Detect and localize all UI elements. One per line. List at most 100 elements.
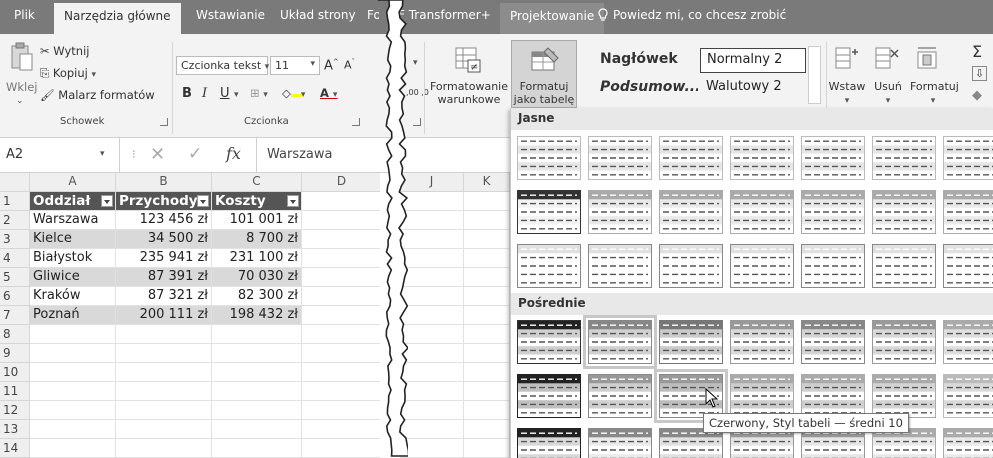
- table-cell[interactable]: Kraków: [30, 287, 116, 306]
- table-style-swatch[interactable]: [659, 244, 723, 288]
- select-all-corner[interactable]: [0, 173, 30, 192]
- grid-cell[interactable]: [464, 439, 510, 458]
- row-header-7[interactable]: 7: [0, 306, 30, 325]
- table-style-swatch[interactable]: [801, 190, 865, 234]
- table-cell[interactable]: [116, 363, 212, 382]
- font-launcher-icon[interactable]: [352, 118, 360, 126]
- table-cell[interactable]: 8 700 zł: [212, 230, 302, 249]
- table-cell[interactable]: [30, 439, 116, 458]
- decrease-decimal-button[interactable]: ,00 ,0: [406, 88, 429, 97]
- shrink-font-button[interactable]: Aˇ: [344, 58, 355, 72]
- table-cell[interactable]: [302, 192, 380, 211]
- table-style-swatch[interactable]: [872, 244, 936, 288]
- table-cell[interactable]: [30, 363, 116, 382]
- grid-cell[interactable]: [400, 382, 464, 401]
- clipboard-launcher-icon[interactable]: [160, 118, 168, 126]
- table-cell[interactable]: Gliwice: [30, 268, 116, 287]
- table-style-swatch[interactable]: [872, 320, 936, 364]
- insert-button[interactable]: Wstaw ▾: [828, 80, 866, 108]
- row-header-6[interactable]: 6: [0, 287, 30, 306]
- row-header-3[interactable]: 3: [0, 230, 30, 249]
- table-style-swatch[interactable]: [943, 320, 993, 364]
- row-header-10[interactable]: 10: [0, 363, 30, 382]
- table-cell[interactable]: 235 941 zł: [116, 249, 212, 268]
- grid-cell[interactable]: [400, 268, 464, 287]
- row-header-14[interactable]: 14: [0, 439, 30, 458]
- table-cell[interactable]: [302, 420, 380, 439]
- tab-design[interactable]: Projektowanie: [500, 3, 605, 34]
- table-cell[interactable]: [212, 363, 302, 382]
- row-header-12[interactable]: 12: [0, 401, 30, 420]
- table-cell[interactable]: 70 030 zł: [212, 268, 302, 287]
- grid-cell[interactable]: [400, 344, 464, 363]
- grid-cell[interactable]: [400, 249, 464, 268]
- table-style-swatch[interactable]: [517, 244, 581, 288]
- table-cell[interactable]: Białystok: [30, 249, 116, 268]
- table-style-swatch[interactable]: [872, 136, 936, 180]
- table-style-swatch[interactable]: [730, 320, 794, 364]
- format-painter-button[interactable]: 🖌 Malarz formatów: [40, 88, 155, 102]
- style-normal-2[interactable]: Normalny 2: [700, 48, 806, 73]
- table-cell[interactable]: Przychody: [116, 192, 212, 211]
- table-style-swatch[interactable]: [730, 190, 794, 234]
- bold-button[interactable]: B: [182, 86, 192, 101]
- style-heading[interactable]: Nagłówek: [594, 48, 698, 73]
- tab-page-layout[interactable]: Układ strony: [280, 8, 356, 22]
- tab-file[interactable]: Plik: [14, 8, 35, 22]
- table-style-swatch[interactable]: [588, 190, 652, 234]
- styles-scrollbar[interactable]: [808, 46, 821, 104]
- tab-insert[interactable]: Wstawianie: [196, 8, 265, 22]
- row-header-11[interactable]: 11: [0, 382, 30, 401]
- table-cell[interactable]: [30, 325, 116, 344]
- grid-cell[interactable]: [464, 325, 510, 344]
- grid-cell[interactable]: [464, 306, 510, 325]
- table-cell[interactable]: [116, 382, 212, 401]
- table-style-swatch[interactable]: [943, 136, 993, 180]
- table-cell[interactable]: [30, 420, 116, 439]
- grid-cell[interactable]: [464, 268, 510, 287]
- table-style-swatch[interactable]: [730, 374, 794, 418]
- table-style-swatch[interactable]: [730, 244, 794, 288]
- format-as-table-button[interactable]: Formatuj jako tabelę: [510, 80, 578, 106]
- table-style-swatch[interactable]: [588, 136, 652, 180]
- format-button[interactable]: Formatuj ▾: [910, 80, 959, 108]
- table-cell[interactable]: Kielce: [30, 230, 116, 249]
- underline-button[interactable]: U: [220, 86, 230, 101]
- grid-cell[interactable]: [400, 420, 464, 439]
- table-style-swatch[interactable]: [943, 374, 993, 418]
- tell-me-box[interactable]: Powiedz mi, co chcesz zrobić: [597, 8, 786, 22]
- table-cell[interactable]: [212, 439, 302, 458]
- conditional-formatting-icon[interactable]: ≠: [454, 46, 482, 74]
- table-cell[interactable]: [212, 325, 302, 344]
- grid-cell[interactable]: [464, 344, 510, 363]
- name-box[interactable]: A2 ▾: [0, 138, 120, 172]
- table-cell[interactable]: [116, 439, 212, 458]
- table-cell[interactable]: [302, 382, 380, 401]
- table-cell[interactable]: [302, 230, 380, 249]
- borders-icon[interactable]: ⊞ ▾: [250, 86, 268, 100]
- table-style-swatch[interactable]: [659, 320, 723, 364]
- paste-icon[interactable]: [10, 42, 34, 72]
- row-header-2[interactable]: 2: [0, 211, 30, 230]
- column-header-j[interactable]: J: [400, 173, 464, 192]
- table-cell[interactable]: [116, 325, 212, 344]
- table-style-swatch[interactable]: [943, 244, 993, 288]
- grid-cell[interactable]: [464, 211, 510, 230]
- table-style-swatch[interactable]: [730, 136, 794, 180]
- row-header-13[interactable]: 13: [0, 420, 30, 439]
- conditional-formatting-button[interactable]: Formatowanie warunkowe: [428, 80, 510, 106]
- table-style-swatch[interactable]: [659, 136, 723, 180]
- table-style-swatch[interactable]: [517, 374, 581, 418]
- grid-cell[interactable]: [400, 230, 464, 249]
- row-header-9[interactable]: 9: [0, 344, 30, 363]
- grid-cell[interactable]: [464, 249, 510, 268]
- tab-transformer[interactable]: F Transformer+: [398, 8, 491, 22]
- paste-dropdown-icon[interactable]: ⌄: [16, 96, 24, 106]
- grid-cell[interactable]: [400, 211, 464, 230]
- table-cell[interactable]: 34 500 zł: [116, 230, 212, 249]
- format-as-table-icon[interactable]: [530, 46, 560, 74]
- table-cell[interactable]: Poznań: [30, 306, 116, 325]
- table-cell[interactable]: [302, 287, 380, 306]
- table-cell[interactable]: [30, 344, 116, 363]
- grid-cell[interactable]: [464, 192, 510, 211]
